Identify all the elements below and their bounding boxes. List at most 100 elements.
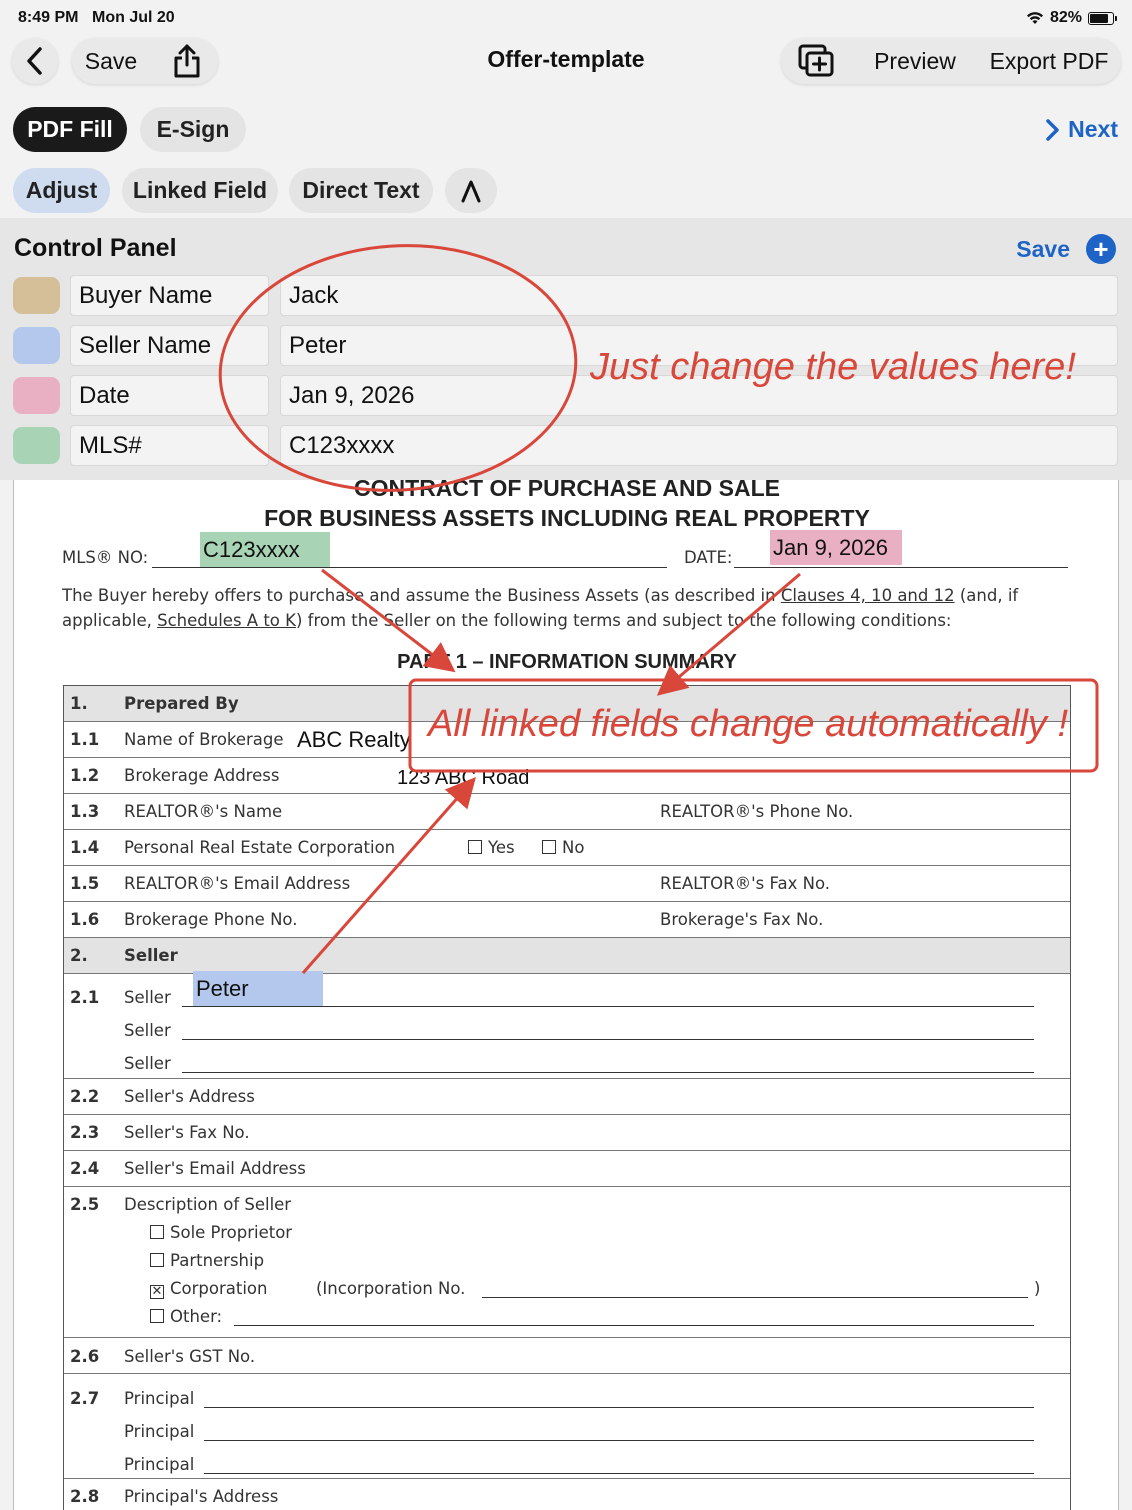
row-number: 2.5 (70, 1195, 100, 1214)
status-bar: 8:49 PM Mon Jul 20 82% (0, 0, 1132, 34)
row-label: Brokerage Address (124, 766, 280, 785)
field-name-input[interactable]: Buyer Name (70, 275, 269, 316)
sole-proprietor-option[interactable]: Sole Proprietor (150, 1223, 292, 1242)
preview-button[interactable]: Preview (862, 38, 968, 84)
status-time: 8:49 PM (18, 9, 79, 26)
date-linked-field[interactable]: Jan 9, 2026 (770, 530, 902, 565)
pen-nib-icon (461, 180, 481, 202)
row-label: Personal Real Estate Corporation (124, 838, 396, 857)
row-number: 2.7 (70, 1389, 100, 1408)
table-row: 1.4 Personal Real Estate Corporation Yes… (64, 830, 1070, 866)
row-label: Name of Brokerage (124, 730, 284, 749)
table-row: 2.5 Description of Seller Sole Proprieto… (64, 1187, 1070, 1338)
row-label: Seller's GST No. (124, 1347, 256, 1366)
partnership-option[interactable]: Partnership (150, 1251, 264, 1270)
mls-label: MLS® NO: (62, 548, 149, 567)
mls-linked-field[interactable]: C123xxxx (200, 532, 330, 567)
checkbox-icon (150, 1309, 164, 1323)
table-row: 2.7 Principal Principal Principal (64, 1374, 1070, 1479)
clauses-link[interactable]: Clauses 4, 10 and 12 (781, 586, 955, 605)
panel-save-button[interactable]: Save + (1016, 234, 1116, 264)
brokerage-name-value[interactable]: ABC Realty (294, 726, 411, 754)
table-row: 1.6 Brokerage Phone No. Brokerage's Fax … (64, 902, 1070, 938)
add-page-button[interactable] (792, 38, 840, 84)
intro-text-a: The Buyer hereby offers to purchase and … (62, 586, 776, 605)
principal-line-2 (204, 1440, 1034, 1441)
row-label: Seller (124, 946, 178, 965)
brokerage-address-value[interactable]: 123 ABC Road (394, 764, 529, 792)
seller-line-2 (182, 1039, 1034, 1040)
row-right-label: REALTOR®'s Fax No. (660, 874, 830, 893)
battery-percent: 82% (1049, 9, 1082, 26)
row-label: Seller (124, 1021, 171, 1040)
field-name-input[interactable]: Seller Name (70, 325, 269, 366)
incorporation-close: ) (1034, 1279, 1041, 1298)
field-color-swatch[interactable] (13, 377, 60, 414)
field-name-input[interactable]: MLS# (70, 425, 269, 466)
doc-heading-1: CONTRACT OF PURCHASE AND SALE (354, 480, 780, 501)
corporation-option[interactable]: ✕ Corporation (150, 1279, 267, 1299)
row-right-label: Brokerage's Fax No. (660, 910, 824, 929)
table-row: 2.6 Seller's GST No. (64, 1338, 1070, 1374)
row-number: 2.6 (70, 1347, 100, 1366)
next-button[interactable]: Next (1044, 116, 1118, 143)
export-pdf-button[interactable]: Export PDF (982, 38, 1116, 84)
row-label: Principal (124, 1389, 195, 1408)
field-value-input[interactable]: Jack (280, 275, 1118, 316)
option-label: Partnership (170, 1251, 265, 1270)
table-row: 2. Seller (64, 938, 1070, 974)
table-row: 1.5 REALTOR®'s Email Address REALTOR®'s … (64, 866, 1070, 902)
plus-icon: + (1086, 234, 1116, 264)
pen-tool[interactable] (445, 168, 497, 213)
row-number: 1.3 (70, 802, 100, 821)
other-option[interactable]: Other: (150, 1307, 222, 1326)
checkbox-icon (468, 840, 482, 854)
mls-line (152, 567, 667, 568)
schedules-link[interactable]: Schedules A to K (157, 611, 296, 630)
row-label: Principal (124, 1422, 195, 1441)
no-label: No (562, 838, 585, 857)
row-number: 2.1 (70, 988, 100, 1007)
field-color-swatch[interactable] (13, 327, 60, 364)
option-label: Corporation (170, 1279, 268, 1298)
principal-line-3 (204, 1473, 1034, 1474)
field-value-input[interactable]: C123xxxx (280, 425, 1118, 466)
row-right-label: REALTOR®'s Phone No. (660, 802, 854, 821)
option-label: Other: (170, 1307, 223, 1326)
row-number: 1.6 (70, 910, 100, 929)
info-summary-table: 1. Prepared By 1.1 Name of Brokerage ABC… (63, 685, 1071, 1510)
intro-text-c: applicable, (62, 611, 152, 630)
row-number: 1.1 (70, 730, 100, 749)
field-name-input[interactable]: Date (70, 375, 269, 416)
part-heading: PART 1 – INFORMATION SUMMARY (397, 651, 737, 673)
row-label: Description of Seller (124, 1195, 292, 1214)
battery-icon (1088, 11, 1117, 25)
intro-line-1: The Buyer hereby offers to purchase and … (62, 586, 1018, 605)
prec-no-option[interactable]: No (542, 838, 584, 857)
prec-yes-option[interactable]: Yes (468, 838, 515, 857)
adjust-tool[interactable]: Adjust (13, 168, 110, 213)
direct-text-tool[interactable]: Direct Text (289, 168, 433, 213)
seller-line-1 (182, 1006, 1034, 1007)
pdf-fill-tab[interactable]: PDF Fill (13, 107, 127, 152)
row-number: 1.4 (70, 838, 100, 857)
status-date: Mon Jul 20 (92, 9, 175, 26)
table-row: 2.4 Seller's Email Address (64, 1151, 1070, 1187)
linked-field-tool[interactable]: Linked Field (122, 168, 278, 213)
status-right: 82% (1026, 9, 1117, 27)
seller-linked-field[interactable]: Peter (193, 971, 323, 1006)
table-row: 1.3 REALTOR®'s Name REALTOR®'s Phone No. (64, 794, 1070, 830)
row-number: 2.2 (70, 1087, 100, 1106)
esign-tab[interactable]: E-Sign (140, 107, 246, 152)
control-panel-title: Control Panel (14, 234, 177, 262)
table-row: 2.8 Principal's Address (64, 1479, 1070, 1510)
date-label: DATE: (684, 548, 733, 567)
incorporation-line (482, 1297, 1028, 1298)
row-label: Seller (124, 1054, 171, 1073)
row-label: Principal's Address (124, 1487, 279, 1506)
field-color-swatch[interactable] (13, 427, 60, 464)
checkbox-icon (150, 1225, 164, 1239)
principal-line-1 (204, 1407, 1034, 1408)
field-color-swatch[interactable] (13, 277, 60, 314)
add-copy-icon (798, 44, 834, 77)
